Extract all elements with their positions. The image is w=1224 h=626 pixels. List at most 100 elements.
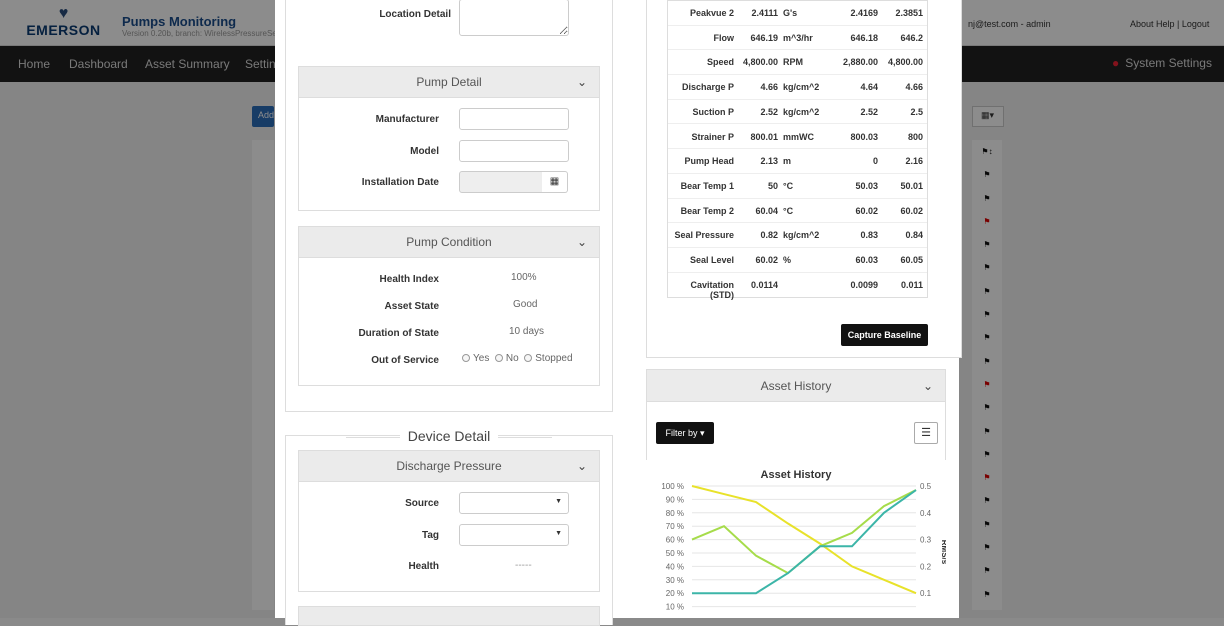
measurement-baseline-b: 800 <box>907 131 923 142</box>
measurement-baseline-b: 50.01 <box>900 180 923 191</box>
measurement-row: Seal Pressure 0.82 kg/cm^2 0.83 0.84 <box>668 223 927 248</box>
discharge-pressure-title: Discharge Pressure <box>396 459 502 473</box>
y-tick-left: 70 % <box>666 522 684 531</box>
chevron-down-icon: ⌄ <box>922 379 933 393</box>
measurement-baseline-a: 0.0099 <box>850 279 878 290</box>
measurement-row: Seal Level 60.02% 60.03 60.05 <box>668 248 927 273</box>
source-select[interactable]: ▼ <box>459 492 569 514</box>
asset-info-panel: Location Detail Pump Detail ⌄ Manufacture… <box>285 0 613 412</box>
asset-history-header[interactable]: Asset History ⌄ <box>647 370 945 402</box>
pump-condition-header[interactable]: Pump Condition ⌄ <box>299 227 599 258</box>
measurement-baseline-a: 2.52 <box>860 106 878 117</box>
location-detail-input[interactable] <box>459 0 569 36</box>
measurement-row: Suction P 2.52 kg/cm^2 2.52 2.5 <box>668 100 927 125</box>
measurement-unit: m^3/hr <box>783 32 813 43</box>
radio-no[interactable] <box>494 354 503 362</box>
out-of-service-label: Out of Service <box>371 355 439 366</box>
measurement-unit: kg/cm^2 <box>783 230 820 241</box>
source-label: Source <box>405 498 439 509</box>
measurement-row: Bear Temp 2 60.04 °C 60.02 60.02 <box>668 199 927 224</box>
calendar-icon[interactable]: ▦ <box>542 171 568 193</box>
measurement-baseline-b: 2.5 <box>910 106 923 117</box>
measurement-baseline-b: 4,800.00 <box>887 57 923 68</box>
measurement-baseline-a: 60.03 <box>855 255 878 265</box>
measurement-value: 646.19 <box>750 32 778 43</box>
radio-stopped[interactable] <box>524 354 533 362</box>
asset-history-chart: Asset History 100 % 90 % 80 % 70 % 60 % 50 % 40… <box>646 460 946 618</box>
device-detail-title-text: Device Detail <box>399 428 499 444</box>
y-tick-left: 10 % <box>666 603 684 612</box>
y-tick-left: 40 % <box>666 562 684 571</box>
measurement-name: Bear Temp 1 <box>680 180 734 191</box>
out-of-service-options: Yes No Stopped <box>462 353 573 364</box>
pump-detail-header[interactable]: Pump Detail ⌄ <box>299 67 599 98</box>
health-label: Health <box>408 561 439 572</box>
manufacturer-input[interactable] <box>459 108 569 130</box>
health-index-value: 100% <box>511 272 537 283</box>
measurement-baseline-b: 60.02 <box>900 205 923 216</box>
pump-detail-section: Pump Detail ⌄ Manufacturer Model Installa… <box>298 66 600 211</box>
measurement-value: 2.4111 <box>751 8 778 18</box>
radio-yes[interactable] <box>462 354 470 362</box>
measurement-row: Peakvue 2 2.4111 G's 2.4169 2.3851 <box>668 1 927 26</box>
measurement-name: Discharge P <box>681 82 734 93</box>
measurement-baseline-a: 2,880.00 <box>842 57 878 68</box>
caret-down-icon: ▾ <box>700 428 705 438</box>
installation-date-input[interactable] <box>459 171 543 193</box>
measurement-value: 60.04 <box>755 205 778 216</box>
measurement-name: Peakvue 2 <box>689 8 734 18</box>
option-stopped-label: Stopped <box>535 353 573 364</box>
device-detail-panel: Device Detail Discharge Pressure ⌄ Source… <box>285 428 613 626</box>
health-index-label: Health Index <box>379 274 439 285</box>
measurement-value: 50 <box>767 180 778 191</box>
chart-title: Asset History <box>761 469 833 481</box>
measurement-unit: kg/cm^2 <box>783 106 820 117</box>
filter-by-button[interactable]: Filter by ▾ <box>656 422 714 444</box>
measurement-baseline-a: 2.4169 <box>850 8 878 18</box>
measurement-value: 60.02 <box>755 255 778 265</box>
measurement-baseline-b: 2.3851 <box>895 8 923 18</box>
y-tick-right: 0.1 <box>920 589 932 598</box>
y-tick-right: 0.4 <box>920 509 932 518</box>
chevron-down-icon: ⌄ <box>576 75 587 89</box>
model-label: Model <box>410 146 439 157</box>
next-section-header[interactable] <box>298 606 600 626</box>
measurement-name: Flow <box>713 32 735 43</box>
measurement-unit: kg/cm^2 <box>783 82 820 93</box>
measurement-name: Cavitation (STD) <box>690 279 734 300</box>
y-tick-right: 0.3 <box>920 536 932 545</box>
pump-condition-section: Pump Condition ⌄ Health Index 100% Asset … <box>298 226 600 386</box>
y-axis-right-label: RMS/s <box>940 540 946 565</box>
capture-baseline-button[interactable]: Capture Baseline <box>841 324 928 346</box>
y-tick-right: 0.5 <box>920 482 932 491</box>
installation-date-label: Installation Date <box>361 177 439 188</box>
measurement-unit: % <box>783 255 792 265</box>
asset-history-title: Asset History <box>760 379 832 393</box>
discharge-pressure-header[interactable]: Discharge Pressure ⌄ <box>299 451 599 482</box>
chart-menu-icon[interactable]: ☰ <box>914 422 938 444</box>
y-tick-left: 20 % <box>666 589 684 598</box>
filter-by-label: Filter by <box>665 428 698 438</box>
measurement-row: Bear Temp 1 50 °C 50.03 50.01 <box>668 174 927 199</box>
measurement-row: Cavitation (STD) 0.0114 0.0099 0.011 <box>668 273 927 309</box>
chart-background <box>646 460 946 618</box>
chevron-down-icon: ⌄ <box>576 459 587 473</box>
pump-condition-title: Pump Condition <box>406 235 492 249</box>
measurement-value: 4.66 <box>760 82 778 93</box>
tag-select[interactable]: ▼ <box>459 524 569 546</box>
asset-state-label: Asset State <box>384 301 439 312</box>
measurement-baseline-a: 4.64 <box>860 82 878 93</box>
measurement-row: Pump Head 2.13 m 0 2.16 <box>668 149 927 174</box>
model-input[interactable] <box>459 140 569 162</box>
chevron-down-icon: ⌄ <box>576 235 587 249</box>
asset-state-value: Good <box>513 299 538 310</box>
measurement-value: 800.01 <box>750 131 778 142</box>
measurement-value: 2.52 <box>760 106 778 117</box>
measurement-value: 2.13 <box>760 156 778 167</box>
measurement-name: Suction P <box>692 106 734 117</box>
y-tick-right: 0.2 <box>920 562 932 571</box>
pump-detail-title: Pump Detail <box>416 75 482 89</box>
measurement-unit: m <box>783 156 792 167</box>
measurement-baseline-b: 60.05 <box>900 255 923 265</box>
measurement-name: Seal Level <box>689 255 734 265</box>
